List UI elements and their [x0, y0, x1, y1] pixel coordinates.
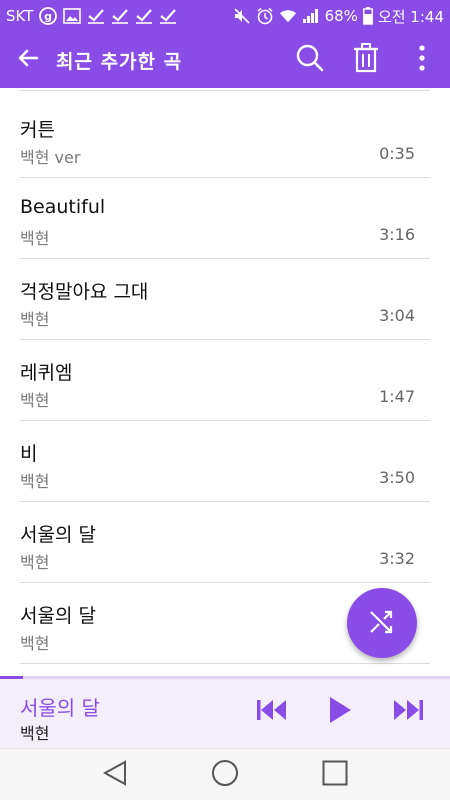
playback-progress-fill — [0, 676, 23, 679]
back-button[interactable] — [0, 32, 56, 88]
battery-percent: 68% — [324, 7, 358, 25]
song-item-1[interactable]: 커튼 백현 ver 0:35 — [0, 97, 450, 178]
song-title: 커튼 — [20, 119, 55, 141]
system-nav-bar — [0, 748, 450, 800]
previous-button[interactable] — [238, 690, 306, 734]
mini-player[interactable]: 서울의 달 백현 — [0, 676, 450, 748]
song-artist: 백현 — [20, 229, 50, 248]
now-playing-title: 서울의 달 — [20, 696, 100, 720]
song-artist: 백현 — [20, 553, 50, 572]
song-item-4[interactable]: 레퀴엠 백현 1:47 — [0, 340, 450, 421]
battery-icon — [363, 7, 373, 25]
trash-icon — [353, 43, 379, 77]
g-badge-icon: g — [39, 7, 58, 25]
song-duration: 3:16 — [379, 225, 415, 244]
playback-progress[interactable] — [0, 676, 450, 679]
song-title: 서울의 달 — [20, 524, 96, 546]
mute-icon — [233, 7, 251, 25]
skip-next-icon — [392, 698, 424, 726]
skip-previous-icon — [256, 698, 288, 726]
more-vert-icon — [418, 44, 426, 76]
alarm-icon — [256, 7, 274, 25]
play-button[interactable] — [306, 690, 374, 734]
nav-home-button[interactable] — [195, 749, 255, 800]
song-title: 비 — [20, 443, 38, 465]
song-title: Beautiful — [20, 196, 106, 218]
shuffle-button[interactable] — [347, 588, 417, 658]
now-playing-artist: 백현 — [20, 724, 50, 743]
list-divider — [20, 663, 430, 664]
song-item-6[interactable]: 서울의 달 백현 3:32 — [0, 502, 450, 583]
nav-back-icon — [102, 759, 128, 790]
signal-icon — [302, 7, 320, 25]
check-icon — [135, 7, 153, 25]
check-icon — [87, 7, 105, 25]
check-icon — [111, 7, 129, 25]
page-title: 최근 추가한 곡 — [56, 50, 183, 73]
back-arrow-icon — [16, 46, 40, 74]
wifi-icon — [279, 7, 297, 25]
search-button[interactable] — [282, 32, 338, 88]
song-artist: 백현 — [20, 310, 50, 329]
song-title: 걱정말아요 그대 — [20, 281, 149, 303]
song-duration: 3:32 — [379, 549, 415, 568]
status-bar: SKT g 68% 오전 1:44 — [0, 0, 450, 32]
song-duration: 3:50 — [379, 468, 415, 487]
nav-home-icon — [211, 759, 239, 791]
shuffle-icon — [367, 606, 397, 640]
song-item-2[interactable]: Beautiful 백현 3:16 — [0, 178, 450, 259]
nav-recents-button[interactable] — [305, 749, 365, 800]
app-bar: 최근 추가한 곡 — [0, 32, 450, 88]
gallery-icon — [63, 7, 82, 25]
next-button[interactable] — [374, 690, 442, 734]
delete-button[interactable] — [338, 32, 394, 88]
search-icon — [295, 43, 325, 77]
song-title: 서울의 달 — [20, 605, 96, 627]
song-duration: 1:47 — [379, 387, 415, 406]
nav-recents-icon — [322, 760, 348, 790]
play-icon — [328, 696, 352, 728]
song-artist: 백현 — [20, 634, 50, 653]
song-item-5[interactable]: 비 백현 3:50 — [0, 421, 450, 502]
list-divider — [20, 90, 430, 91]
song-item-3[interactable]: 걱정말아요 그대 백현 3:04 — [0, 259, 450, 340]
more-options-button[interactable] — [394, 32, 450, 88]
song-artist: 백현 — [20, 472, 50, 491]
check-icon — [159, 7, 177, 25]
song-title: 레퀴엠 — [20, 362, 73, 384]
svg-text:g: g — [44, 10, 52, 23]
song-duration: 0:35 — [379, 144, 415, 163]
song-artist: 백현 ver — [20, 148, 81, 167]
song-artist: 백현 — [20, 391, 50, 410]
nav-back-button[interactable] — [85, 749, 145, 800]
carrier-label: SKT — [6, 7, 34, 25]
song-duration: 3:04 — [379, 306, 415, 325]
status-time: 오전 1:44 — [377, 7, 444, 26]
